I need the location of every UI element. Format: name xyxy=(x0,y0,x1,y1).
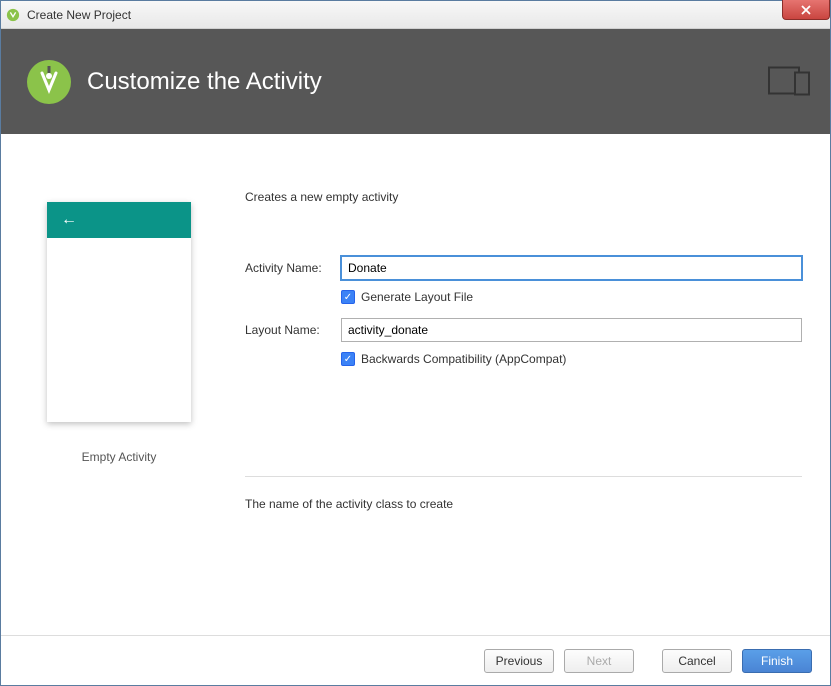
previous-button[interactable]: Previous xyxy=(484,649,554,673)
content-area: ← Empty Activity Creates a new empty act… xyxy=(1,134,830,635)
cancel-button[interactable]: Cancel xyxy=(662,649,732,673)
window-title: Create New Project xyxy=(27,8,131,22)
activity-name-input[interactable] xyxy=(341,256,802,280)
device-preview-icon xyxy=(768,64,812,99)
form-description: Creates a new empty activity xyxy=(245,190,802,204)
next-button[interactable]: Next xyxy=(564,649,634,673)
dialog-window: Create New Project Customize the Activit… xyxy=(0,0,831,686)
close-icon xyxy=(801,5,811,15)
android-studio-logo-icon xyxy=(25,58,73,106)
hint-text: The name of the activity class to create xyxy=(245,497,802,511)
form-column: Creates a new empty activity Activity Na… xyxy=(245,154,802,581)
button-bar: Previous Next Cancel Finish xyxy=(1,635,830,685)
layout-name-label: Layout Name: xyxy=(245,323,341,337)
activity-name-label: Activity Name: xyxy=(245,261,341,275)
generate-layout-label: Generate Layout File xyxy=(361,290,473,304)
generate-layout-checkbox[interactable]: ✓ xyxy=(341,290,355,304)
banner: Customize the Activity xyxy=(1,29,830,134)
close-button[interactable] xyxy=(782,0,830,20)
back-arrow-icon: ← xyxy=(61,211,77,229)
backwards-compat-label: Backwards Compatibility (AppCompat) xyxy=(361,352,566,366)
divider xyxy=(245,476,802,477)
app-icon xyxy=(5,7,21,23)
titlebar: Create New Project xyxy=(1,1,830,29)
banner-title: Customize the Activity xyxy=(87,68,322,96)
activity-preview: ← xyxy=(47,202,191,422)
backwards-compat-checkbox[interactable]: ✓ xyxy=(341,352,355,366)
layout-name-input[interactable] xyxy=(341,318,802,342)
finish-button[interactable]: Finish xyxy=(742,649,812,673)
preview-column: ← Empty Activity xyxy=(29,154,209,581)
preview-label: Empty Activity xyxy=(82,450,157,464)
preview-appbar: ← xyxy=(47,202,191,238)
